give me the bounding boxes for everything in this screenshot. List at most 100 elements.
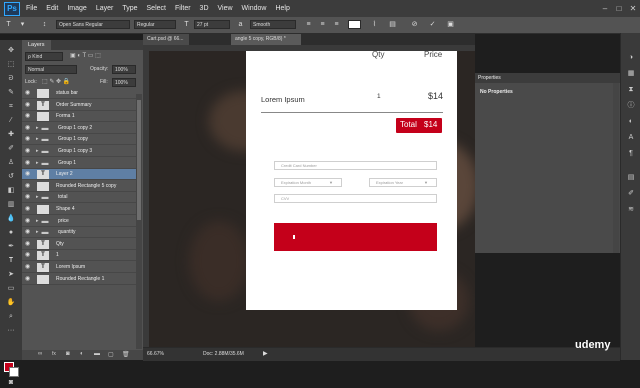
color-panel-icon[interactable]: ◑ xyxy=(626,53,636,63)
fx-icon[interactable]: fx xyxy=(52,351,56,357)
eye-icon[interactable]: ◉ xyxy=(25,102,32,108)
eye-icon[interactable]: ◉ xyxy=(25,276,32,282)
close-window-button[interactable]: ✕ xyxy=(626,3,640,15)
character-panel-icon[interactable]: ▤ xyxy=(388,20,397,29)
document-tab-active[interactable]: angle 5 copy, RGB/8) * xyxy=(231,34,301,45)
eye-icon[interactable]: ◉ xyxy=(25,183,32,189)
brush-tool-icon[interactable]: ✐ xyxy=(5,144,17,154)
background-color-swatch[interactable] xyxy=(9,367,19,377)
layer-row[interactable]: ◉ Rounded Rectangle 5 copy xyxy=(22,181,136,192)
adjustments-panel-icon[interactable]: ◐ xyxy=(626,117,636,127)
eye-icon[interactable]: ◉ xyxy=(25,113,32,119)
marquee-tool-icon[interactable]: ⬚ xyxy=(5,60,17,70)
eye-icon[interactable]: ◉ xyxy=(25,125,32,131)
card-number-input[interactable]: Credit Card Number xyxy=(274,161,437,170)
text-color-swatch[interactable] xyxy=(348,20,361,29)
chevron-right-icon[interactable]: ▸ xyxy=(36,216,39,227)
chevron-right-icon[interactable]: ▸ xyxy=(36,123,39,134)
menu-image[interactable]: Image xyxy=(67,5,86,12)
eye-icon[interactable]: ◉ xyxy=(25,171,32,177)
hand-tool-icon[interactable]: ✋ xyxy=(5,298,17,308)
stamp-tool-icon[interactable]: ♙ xyxy=(5,158,17,168)
swatches-panel-icon[interactable]: ▦ xyxy=(626,69,636,79)
layer-row[interactable]: ◉ T Qty xyxy=(22,239,136,250)
exp-year-select[interactable]: Expiration Year ▼ xyxy=(369,178,437,187)
brush-panel-icon[interactable]: ✐ xyxy=(626,189,636,199)
layers-scrollbar-thumb[interactable] xyxy=(137,100,141,220)
quick-select-tool-icon[interactable]: ✎ xyxy=(5,88,17,98)
layer-row[interactable]: ◉ Rounded Rectangle 1 xyxy=(22,274,136,285)
history-panel-icon[interactable]: ⧗ xyxy=(626,85,636,95)
align-left-icon[interactable]: ≡ xyxy=(304,20,313,29)
3d-icon[interactable]: ▣ xyxy=(446,20,455,29)
text-orientation-icon[interactable]: ↕ xyxy=(40,20,49,29)
layer-row[interactable]: ◉ ▸ ▬ price xyxy=(22,216,136,227)
lock-icons[interactable]: ⬚ ✎ ✥ 🔒 xyxy=(42,78,70,87)
chevron-right-icon[interactable]: ▸ xyxy=(36,134,39,145)
move-tool-icon[interactable]: ✥ xyxy=(5,46,17,56)
menu-filter[interactable]: Filter xyxy=(175,5,191,12)
mask-icon[interactable]: ◙ xyxy=(66,351,70,357)
eye-icon[interactable]: ◉ xyxy=(25,218,32,224)
layer-filter-icons[interactable]: ▣ ◐ T ▭ ⬚ xyxy=(70,52,130,61)
layer-row[interactable]: ◉ T Layer 2 xyxy=(22,169,136,181)
layer-comps-icon[interactable]: ▤ xyxy=(626,173,636,183)
menu-help[interactable]: Help xyxy=(275,5,289,12)
type-tool-icon[interactable]: T xyxy=(5,256,17,266)
warp-text-icon[interactable]: ⌇ xyxy=(370,20,379,29)
eyedropper-tool-icon[interactable]: ⁄ xyxy=(5,116,17,126)
cancel-icon[interactable]: ⊘ xyxy=(410,20,419,29)
eye-icon[interactable]: ◉ xyxy=(25,252,32,258)
character-panel-icon[interactable]: A xyxy=(626,133,636,143)
folder-icon[interactable]: ▬ xyxy=(94,351,100,357)
eye-icon[interactable]: ◉ xyxy=(25,264,32,270)
eye-icon[interactable]: ◉ xyxy=(25,160,32,166)
menu-view[interactable]: View xyxy=(218,5,233,12)
layer-row[interactable]: ◉ ▸ ▬ Group 1 copy 2 xyxy=(22,123,136,134)
menu-3d[interactable]: 3D xyxy=(200,5,209,12)
align-right-icon[interactable]: ≡ xyxy=(332,20,341,29)
link-icon[interactable]: ∞ xyxy=(38,351,42,357)
opacity-field[interactable]: 100% xyxy=(112,65,136,74)
chevron-right-icon[interactable]: ▸ xyxy=(36,192,39,203)
document-tab-cart[interactable]: Cart.psd @ 66... xyxy=(143,34,189,45)
layer-row[interactable]: ◉ Forma 1 xyxy=(22,111,136,123)
path-select-tool-icon[interactable]: ➤ xyxy=(5,270,17,280)
healing-tool-icon[interactable]: ✚ xyxy=(5,130,17,140)
menu-type[interactable]: Type xyxy=(122,5,137,12)
cvv-input[interactable]: CVV xyxy=(274,194,437,203)
blend-mode-select[interactable]: Normal xyxy=(25,65,77,74)
layer-row[interactable]: ◉ T 1 xyxy=(22,250,136,262)
layer-row[interactable]: ◉ ▸ ▬ total xyxy=(22,192,136,204)
chevron-right-icon[interactable]: ▸ xyxy=(36,158,39,169)
gradient-tool-icon[interactable]: ▥ xyxy=(5,200,17,210)
eye-icon[interactable]: ◉ xyxy=(25,136,32,142)
fill-field[interactable]: 100% xyxy=(112,78,136,87)
zoom-tool-icon[interactable]: ⌕ xyxy=(5,312,17,322)
new-layer-icon[interactable]: ▢ xyxy=(108,351,114,358)
more-tools-icon[interactable]: ··· xyxy=(5,326,17,336)
menu-window[interactable]: Window xyxy=(242,5,267,12)
layer-row[interactable]: ◉ ▸ ▬ quantity xyxy=(22,227,136,239)
shape-tool-icon[interactable]: ▭ xyxy=(5,284,17,294)
layer-row[interactable]: ◉ ▸ ▬ Group 1 copy 3 xyxy=(22,146,136,157)
blur-tool-icon[interactable]: 💧 xyxy=(5,214,17,224)
minimize-button[interactable]: – xyxy=(598,3,612,15)
pay-button[interactable] xyxy=(274,223,437,251)
menu-file[interactable]: File xyxy=(26,5,37,12)
paragraph-panel-icon[interactable]: ¶ xyxy=(626,149,636,159)
channels-panel-icon[interactable]: ≋ xyxy=(626,205,636,215)
zoom-level[interactable]: 66.67% xyxy=(147,351,164,357)
menu-select[interactable]: Select xyxy=(147,5,166,12)
adjustment-icon[interactable]: ◐ xyxy=(80,351,84,357)
layer-row[interactable]: ◉ T Order Summary xyxy=(22,100,136,111)
layer-row[interactable]: ◉ T Lorem Ipsum xyxy=(22,262,136,273)
layer-row[interactable]: ◉ ▸ ▬ Group 1 xyxy=(22,158,136,169)
layer-row[interactable]: ◉ ▸ ▬ Group 1 copy xyxy=(22,134,136,146)
properties-tab[interactable]: Properties xyxy=(475,73,620,83)
crop-tool-icon[interactable]: ⌗ xyxy=(5,102,17,112)
preset-dropdown-icon[interactable]: ▾ xyxy=(18,20,27,29)
info-panel-icon[interactable]: ⓘ xyxy=(626,101,636,111)
pen-tool-icon[interactable]: ✒ xyxy=(5,242,17,252)
quick-mask-icon[interactable]: ◙ xyxy=(5,378,17,388)
